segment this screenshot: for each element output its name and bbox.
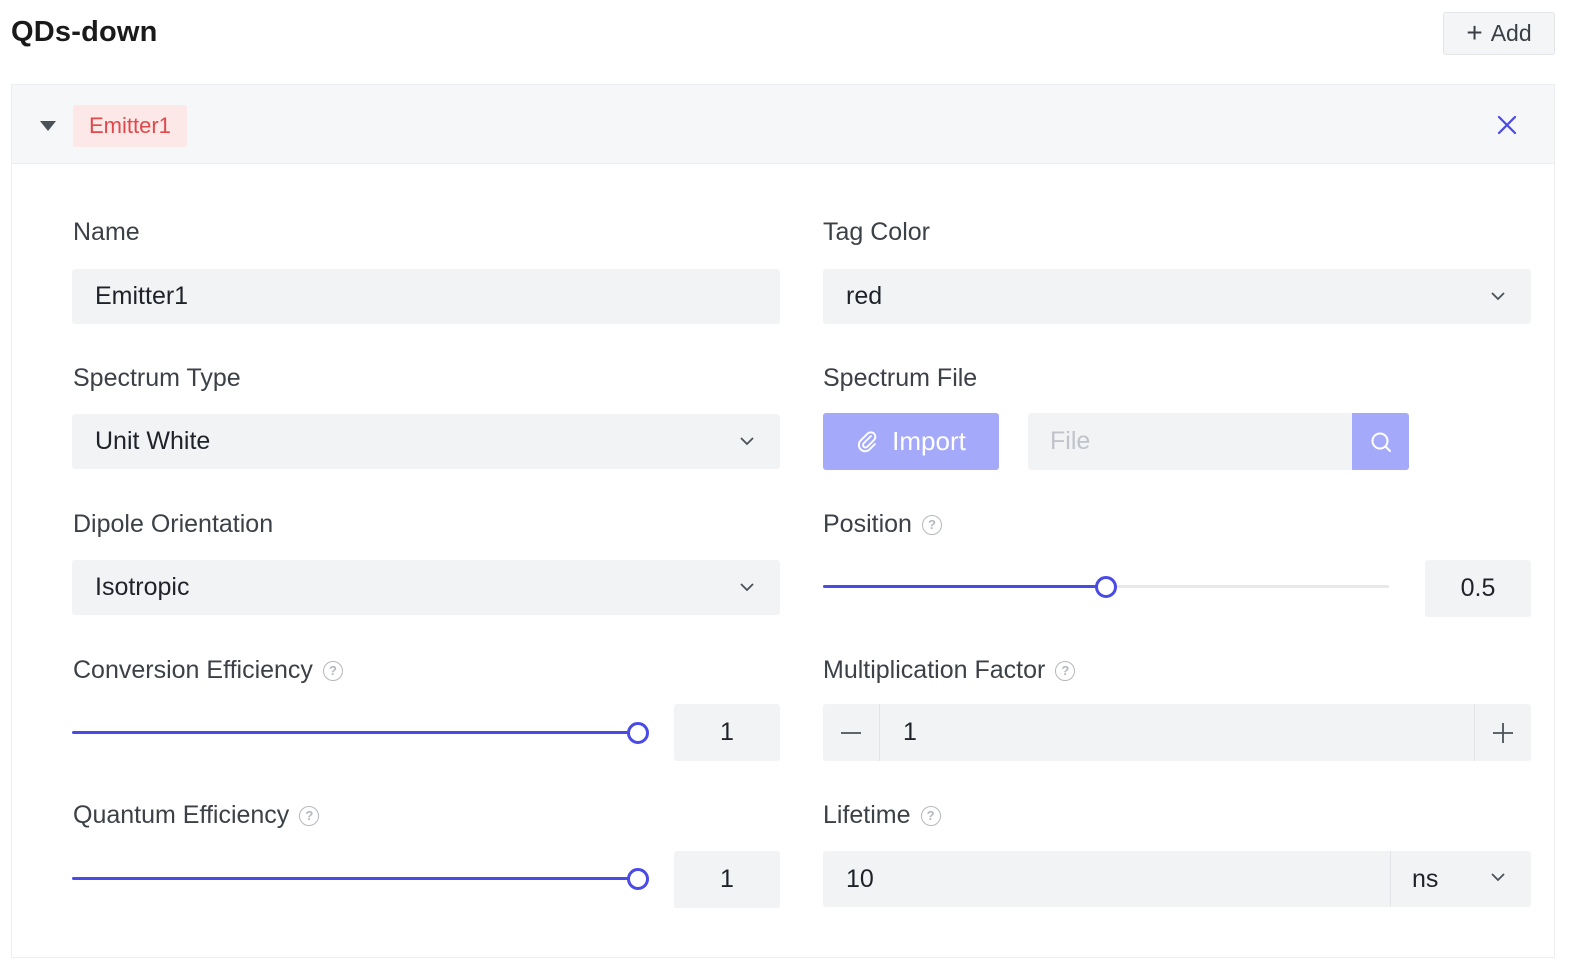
slider-track — [823, 585, 1106, 588]
conversion-efficiency-value-input[interactable]: 1 — [674, 704, 780, 761]
chevron-down-icon — [740, 583, 754, 592]
lifetime-unit-select[interactable]: ns — [1390, 851, 1531, 907]
multiplication-factor-input[interactable]: 1 — [903, 704, 917, 761]
slider-track — [72, 877, 638, 880]
chevron-down-icon — [1491, 873, 1505, 882]
tag-color-label: Tag Color — [823, 218, 930, 246]
emitter-panel-header: Emitter1 — [12, 85, 1554, 164]
spectrum-type-label: Spectrum Type — [73, 364, 241, 392]
multiplication-factor-stepper: 1 — [823, 704, 1531, 761]
quantum-efficiency-value-input[interactable]: 1 — [674, 851, 780, 908]
chevron-down-icon — [740, 437, 754, 446]
page-title: QDs-down — [11, 16, 158, 48]
slider-handle[interactable] — [627, 722, 649, 744]
position-slider[interactable] — [823, 575, 1389, 599]
lifetime-input[interactable]: 10 — [846, 851, 874, 907]
search-icon — [1371, 432, 1391, 452]
lifetime-label: Lifetime ? — [823, 801, 941, 830]
help-icon[interactable]: ? — [299, 805, 320, 826]
dipole-orientation-label: Dipole Orientation — [73, 510, 274, 538]
help-icon[interactable]: ? — [322, 660, 343, 681]
conversion-efficiency-slider[interactable] — [72, 721, 649, 745]
help-icon[interactable]: ? — [920, 805, 941, 826]
minus-icon — [841, 731, 861, 734]
help-icon[interactable]: ? — [921, 514, 942, 535]
file-placeholder: File — [1050, 427, 1091, 455]
spectrum-file-label: Spectrum File — [823, 364, 978, 392]
name-input[interactable]: Emitter1 — [72, 269, 780, 324]
quantum-efficiency-slider[interactable] — [72, 867, 649, 891]
name-label: Name — [73, 218, 140, 246]
plus-icon: + — [1466, 16, 1483, 48]
slider-handle[interactable] — [627, 868, 649, 890]
caret-down-icon[interactable] — [40, 121, 56, 131]
import-button-label: Import — [892, 426, 966, 456]
close-icon[interactable] — [1494, 112, 1520, 138]
dipole-orientation-select[interactable]: Isotropic — [72, 560, 780, 615]
lifetime-field: 10 ns — [823, 851, 1531, 907]
import-button[interactable]: Import — [823, 413, 999, 470]
slider-handle[interactable] — [1095, 576, 1117, 598]
tag-color-select[interactable]: red — [823, 269, 1531, 324]
add-button-label: Add — [1490, 20, 1532, 46]
paperclip-icon — [858, 430, 877, 452]
spectrum-file-input[interactable]: File — [1028, 413, 1352, 470]
help-icon[interactable]: ? — [1055, 660, 1076, 681]
conversion-efficiency-label: Conversion Efficiency ? — [73, 656, 343, 685]
decrement-button[interactable] — [823, 704, 880, 761]
search-button[interactable] — [1352, 413, 1409, 470]
add-button[interactable]: + Add — [1443, 12, 1555, 55]
position-value-input[interactable]: 0.5 — [1425, 560, 1531, 617]
plus-icon — [1493, 722, 1513, 743]
chevron-down-icon — [1491, 292, 1505, 301]
emitter-tag: Emitter1 — [73, 105, 187, 147]
quantum-efficiency-label: Quantum Efficiency ? — [73, 801, 320, 830]
increment-button[interactable] — [1474, 704, 1531, 761]
spectrum-type-select[interactable]: Unit White — [72, 414, 780, 469]
multiplication-factor-label: Multiplication Factor ? — [823, 656, 1076, 685]
position-label: Position ? — [823, 510, 942, 539]
slider-track — [72, 731, 638, 734]
